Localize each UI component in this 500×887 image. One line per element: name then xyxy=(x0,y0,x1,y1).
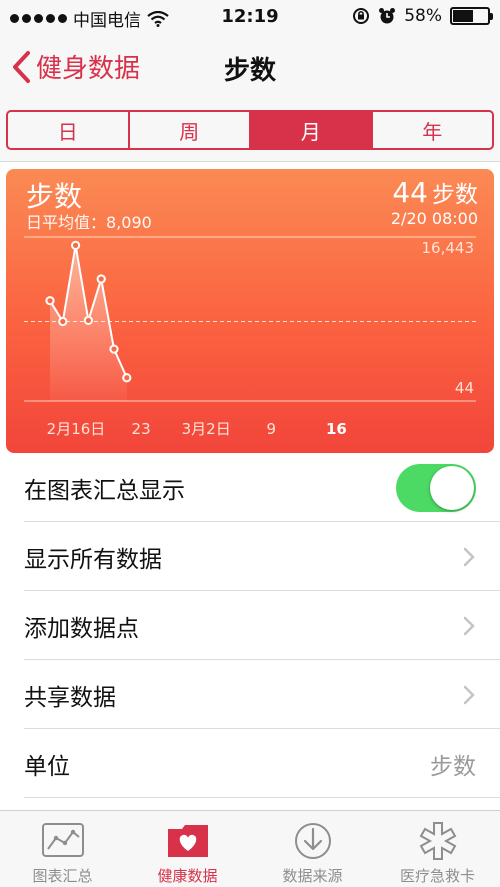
add-data-point-row[interactable]: 添加数据点 xyxy=(0,591,500,660)
tab-bar: 图表汇总 健康数据 数据来源 医疗急救卡 xyxy=(0,810,500,887)
status-bar: 中国电信 12:19 58% xyxy=(0,0,500,34)
unit-row[interactable]: 单位 步数 xyxy=(0,729,500,798)
tab-health-data-label: 健康数据 xyxy=(157,867,218,885)
daily-average: 日平均值：8,090 xyxy=(26,213,152,232)
dashboard-icon xyxy=(41,823,84,857)
x-tick-label-4: 16 xyxy=(326,420,347,438)
y-min-label: 44 xyxy=(455,379,474,397)
battery-fill xyxy=(453,10,473,22)
tab-dashboard[interactable]: 图表汇总 xyxy=(0,811,125,887)
data-point-1 xyxy=(58,316,68,327)
battery-icon xyxy=(450,7,493,25)
show-on-dashboard-row: 在图表汇总显示 xyxy=(0,453,500,522)
share-data-row[interactable]: 共享数据 xyxy=(0,660,500,729)
tab-medical-id[interactable]: 医疗急救卡 xyxy=(375,811,500,887)
segment-3[interactable]: 年 xyxy=(373,112,493,148)
x-tick-label-2: 3月2日 xyxy=(182,420,231,438)
add-data-point-label: 添加数据点 xyxy=(24,615,139,642)
back-label: 健身数据 xyxy=(36,54,141,84)
show-on-dashboard-toggle[interactable] xyxy=(396,463,476,512)
latest-count: 44 步数 xyxy=(392,175,478,209)
data-point-0 xyxy=(45,296,55,306)
segment-2[interactable]: 月 xyxy=(251,112,373,148)
segment-1[interactable]: 周 xyxy=(130,112,251,148)
share-data-label: 共享数据 xyxy=(24,684,116,711)
data-point-6 xyxy=(122,373,132,383)
chevron-right-icon xyxy=(463,685,475,704)
battery-percent: 58% xyxy=(404,6,442,26)
show-on-dashboard-label: 在图表汇总显示 xyxy=(24,477,185,504)
latest-date: 2/20 08:00 xyxy=(390,209,478,228)
unit-value: 步数 xyxy=(430,753,476,780)
y-max-label: 16,443 xyxy=(422,239,475,257)
tab-sources[interactable]: 数据来源 xyxy=(250,811,375,887)
x-tick-label-0: 2月16日 xyxy=(47,420,106,438)
tab-sources-label: 数据来源 xyxy=(282,867,343,885)
medical-id-icon xyxy=(419,822,456,860)
row-divider xyxy=(24,797,500,798)
steps-chart-card[interactable]: 16,443 44 2月16日 23 3月2日 9 16 步数 日平均值：8,090 44 … xyxy=(6,169,494,453)
data-point-3 xyxy=(83,315,94,326)
alarm-clock-icon xyxy=(379,8,396,24)
back-button[interactable]: 健身数据 xyxy=(10,48,140,85)
latest-count-unit: 步数 xyxy=(432,182,478,208)
navigation-bar: 健身数据 步数 xyxy=(0,34,500,98)
chevron-right-icon xyxy=(463,616,475,635)
period-segmented-control: 日周月年 xyxy=(6,110,494,150)
unit-label: 单位 xyxy=(24,753,70,780)
data-point-2 xyxy=(71,240,81,250)
sources-icon xyxy=(294,823,331,859)
show-all-data-row[interactable]: 显示所有数据 xyxy=(0,522,500,591)
tab-health-data[interactable]: 健康数据 xyxy=(125,811,250,887)
segment-bar: 日周月年 xyxy=(0,98,500,162)
status-right: 58% xyxy=(352,6,493,26)
toggle-knob xyxy=(430,465,474,510)
show-all-data-label: 显示所有数据 xyxy=(24,546,162,573)
data-point-5 xyxy=(109,344,119,354)
chevron-right-icon xyxy=(463,547,475,566)
x-tick-label-1: 23 xyxy=(132,420,151,438)
chevron-left-icon xyxy=(13,50,30,83)
rotation-lock-icon xyxy=(353,8,370,24)
data-point-4 xyxy=(96,274,106,284)
health-data-icon xyxy=(167,825,208,857)
x-tick-label-3: 9 xyxy=(267,420,277,438)
segment-0[interactable]: 日 xyxy=(8,112,130,148)
tab-medical-id-label: 医疗急救卡 xyxy=(399,867,475,885)
latest-count-value: 44 xyxy=(392,176,428,209)
tab-dashboard-label: 图表汇总 xyxy=(32,867,93,885)
